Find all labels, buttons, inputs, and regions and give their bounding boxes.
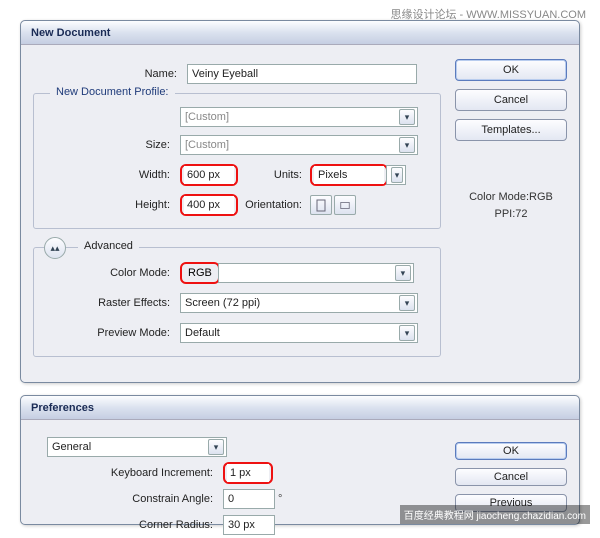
corner-label: Corner Radius: [33,519,223,531]
preview-label: Preview Mode: [40,327,180,339]
chevron-down-icon: ▾ [399,109,415,125]
prefs-section-select[interactable]: General ▾ [47,437,227,457]
profile-legend: New Document Profile: [50,86,175,98]
raster-label: Raster Effects: [40,297,180,309]
chevron-down-icon: ▾ [208,439,224,455]
chevron-down-icon: ▾ [399,325,415,341]
preview-select[interactable]: Default ▾ [180,323,418,343]
degree-symbol: ° [278,493,282,505]
raster-select[interactable]: Screen (72 ppi) ▾ [180,293,418,313]
ok-button[interactable]: OK [455,442,567,460]
orientation-landscape-button[interactable] [334,195,356,215]
name-input[interactable] [187,64,417,84]
colormode-value: RGB [184,267,216,279]
dialog-title: Preferences [21,396,579,420]
orientation-portrait-button[interactable] [310,195,332,215]
advanced-legend: Advanced [78,240,139,252]
size-select[interactable]: [Custom] ▾ [180,135,418,155]
info-text: Color Mode:RGB PPI:72 [455,189,567,222]
constrain-input[interactable] [223,489,275,509]
advanced-toggle[interactable]: ▴▴ [44,237,66,259]
watermark-bottom: 百度经典教程网 jiaocheng.chazidian.com [400,505,590,524]
units-label: Units: [238,169,310,181]
chevron-down-icon: ▾ [395,265,411,281]
kbinc-label: Keyboard Increment: [33,467,223,479]
kbinc-input[interactable] [227,464,269,482]
dialog-title: New Document [21,21,579,45]
profile-select[interactable]: [Custom] ▾ [180,107,418,127]
name-label: Name: [33,68,187,80]
chevron-down-icon: ▾ [391,167,403,183]
cancel-button[interactable]: Cancel [455,89,567,111]
new-document-dialog: New Document Name: New Document Profile:… [20,20,580,383]
colormode-select[interactable]: ▾ [218,263,414,283]
orientation-label: Orientation: [238,199,310,211]
corner-input[interactable] [223,515,275,535]
cancel-button[interactable]: Cancel [455,468,567,486]
templates-button[interactable]: Templates... [455,119,567,141]
chevron-down-icon: ▾ [399,137,415,153]
width-input[interactable] [184,166,234,184]
constrain-label: Constrain Angle: [33,493,223,505]
units-select[interactable]: Pixels [314,166,384,184]
width-label: Width: [40,169,180,181]
colormode-label: Color Mode: [40,267,180,279]
units-dropdown-button[interactable]: ▾ [386,165,406,185]
height-label: Height: [40,199,180,211]
chevron-down-icon: ▾ [399,295,415,311]
ok-button[interactable]: OK [455,59,567,81]
height-input[interactable] [184,196,234,214]
size-label: Size: [40,139,180,151]
